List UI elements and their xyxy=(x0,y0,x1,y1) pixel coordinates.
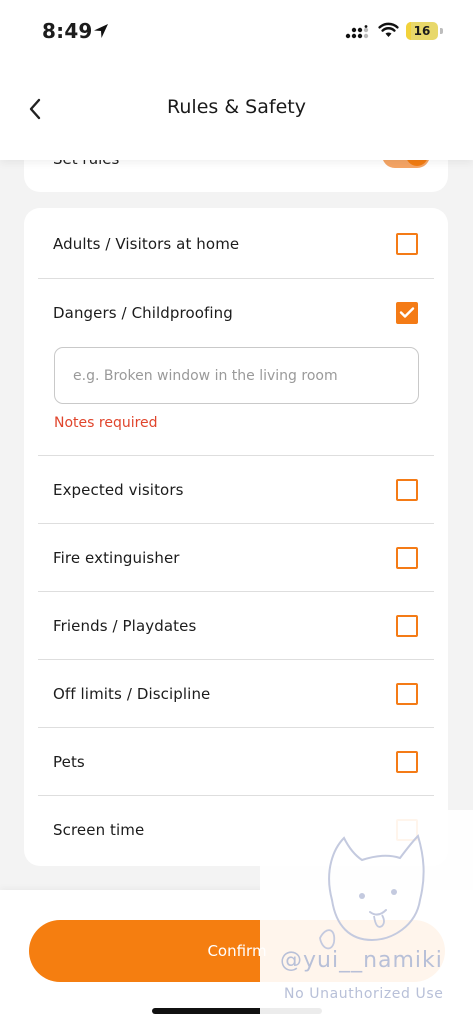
rule-label: Pets xyxy=(53,752,85,771)
rule-checkbox[interactable] xyxy=(396,750,418,773)
wifi-icon xyxy=(378,22,399,37)
battery-level: 16 xyxy=(413,24,431,38)
rule-label: Adults / Visitors at home xyxy=(53,235,240,253)
rule-checkbox[interactable] xyxy=(396,546,418,569)
rule-label: Expected visitors xyxy=(53,480,184,499)
rule-label: Fire extinguisher xyxy=(53,548,180,567)
rule-label: Friends / Playdates xyxy=(53,616,197,635)
rule-row-pets[interactable]: Pets xyxy=(38,727,434,795)
rule-row-adults-visitors[interactable]: Adults / Visitors at home xyxy=(38,210,434,278)
notes-input[interactable] xyxy=(54,347,419,404)
checkmark-icon xyxy=(399,307,415,318)
rule-row-expected-visitors[interactable]: Expected visitors xyxy=(38,455,434,523)
rule-checkbox[interactable] xyxy=(396,614,418,637)
notes-error-message: Notes required xyxy=(54,415,158,431)
rule-checkbox[interactable] xyxy=(396,233,418,255)
rule-checkbox[interactable] xyxy=(396,301,418,324)
cat-logo-icon xyxy=(319,834,425,950)
rules-card: Adults / Visitors at home Dangers / Chil… xyxy=(24,208,448,866)
rule-row-off-limits-discipline[interactable]: Off limits / Discipline xyxy=(38,659,434,727)
rule-row-friends-playdates[interactable]: Friends / Playdates xyxy=(38,591,434,659)
rule-checkbox[interactable] xyxy=(396,478,418,501)
rule-label: Dangers / Childproofing xyxy=(53,303,233,322)
battery-icon: 16 xyxy=(406,22,438,40)
watermark-handle: @yui__namiki xyxy=(280,948,443,973)
watermark-notice: No Unauthorized Use xyxy=(284,986,444,1002)
cellular-signal-icon xyxy=(345,25,369,39)
status-bar: 8:49 16 xyxy=(0,0,473,62)
page-title: Rules & Safety xyxy=(167,96,306,118)
rule-checkbox[interactable] xyxy=(396,682,418,705)
battery-tip xyxy=(440,28,443,34)
location-arrow-icon xyxy=(94,24,108,38)
rule-label: Screen time xyxy=(53,820,145,839)
watermark: @yui__namiki No Unauthorized Use xyxy=(260,810,473,1024)
rule-row-dangers-childproofing[interactable]: Dangers / Childproofing xyxy=(38,278,434,346)
status-time: 8:49 xyxy=(42,19,93,43)
rule-label: Off limits / Discipline xyxy=(53,684,211,703)
nav-header: Rules & Safety xyxy=(0,62,473,160)
rule-row-fire-extinguisher[interactable]: Fire extinguisher xyxy=(38,523,434,591)
